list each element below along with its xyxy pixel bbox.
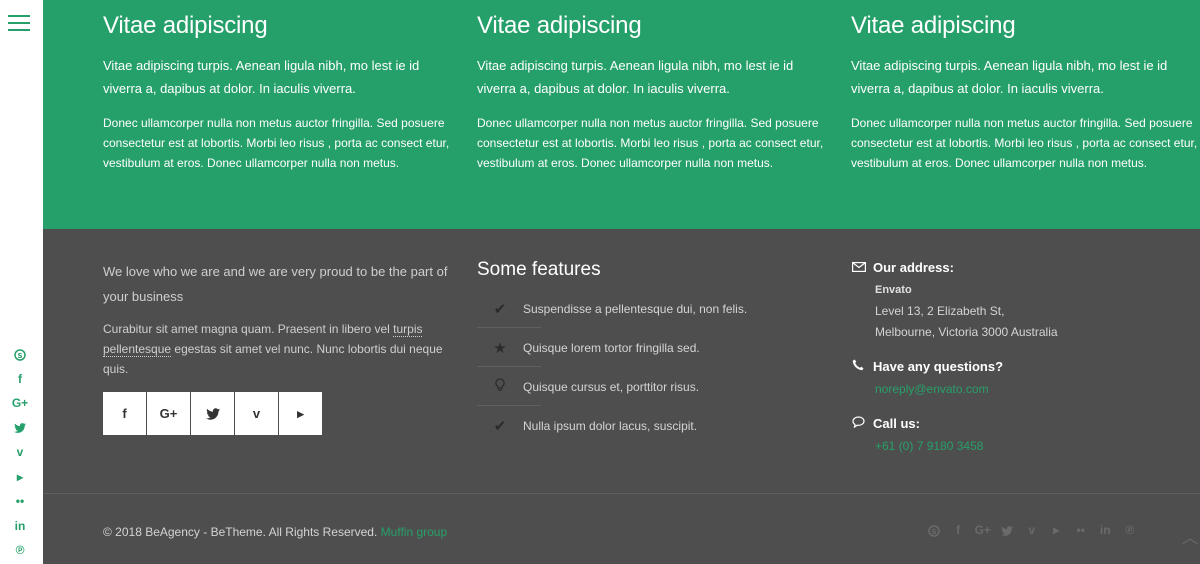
list-item: ✔ Nulla ipsum dolor lacus, suscipit. [477,406,837,445]
features-widget: Some features ✔ Suspendisse a pellentesq… [477,257,837,445]
info-column: Vitae adipiscing Vitae adipiscing turpis… [477,10,827,173]
twitter-icon[interactable] [0,416,40,441]
youtube-icon[interactable]: ▸ [0,465,40,490]
features-title: Some features [477,259,601,280]
linkedin-icon[interactable]: in [1093,523,1118,537]
skype-icon[interactable]: S [922,523,947,537]
email-block: noreply@envato.com [852,379,1192,400]
info-column: Vitae adipiscing Vitae adipiscing turpis… [851,10,1200,173]
column-lead: Vitae adipiscing turpis. Aenean ligula n… [477,58,794,96]
social-buttons: f G+ v ▸ [103,392,322,435]
address-heading: Our address: [852,257,1192,277]
vimeo-icon[interactable]: v [235,392,278,435]
sidebar-social-list: S f G+ v ▸ •• in ℗ [0,342,43,563]
column-title: Vitae adipiscing [477,12,642,39]
questions-heading: Have any questions? [852,356,1192,376]
phone-icon [852,359,873,374]
google-plus-icon[interactable]: G+ [971,523,996,537]
footer-copyright-bar: © 2018 BeAgency - BeTheme. All Rights Re… [43,493,1200,564]
google-plus-icon[interactable]: G+ [0,391,40,416]
back-to-top-icon[interactable]: ︿ [1182,524,1198,548]
column-body: Donec ullamcorper nulla non metus auctor… [103,116,450,170]
menu-icon[interactable] [8,15,30,33]
pinterest-icon[interactable]: ℗ [0,538,40,563]
green-info-section: Vitae adipiscing Vitae adipiscing turpis… [43,0,1200,229]
star-icon: ★ [493,339,507,357]
column-title: Vitae adipiscing [103,12,268,39]
skype-icon[interactable]: S [0,342,40,367]
about-text-start: Curabitur sit amet magna quam. Praesent … [103,322,394,336]
lightbulb-icon [477,377,523,396]
questions-title: Have any questions? [873,358,1004,374]
flickr-icon[interactable]: •• [1069,523,1094,537]
feature-text: Quisque lorem tortor fringilla sed. [523,340,700,355]
column-lead: Vitae adipiscing turpis. Aenean ligula n… [103,58,420,96]
facebook-icon[interactable]: f [103,392,146,435]
address-block: Envato Level 13, 2 Elizabeth St, Melbour… [852,280,1192,343]
list-item: ★ Quisque lorem tortor fringilla sed. [477,328,837,367]
vimeo-icon[interactable]: v [1020,523,1045,537]
column-body: Donec ullamcorper nulla non metus auctor… [477,116,824,170]
column-lead: Vitae adipiscing turpis. Aenean ligula n… [851,58,1168,96]
footer-widgets: We love who we are and we are very proud… [43,229,1200,494]
flickr-icon[interactable]: •• [0,489,40,514]
list-item: Quisque cursus et, porttitor risus. [477,367,837,406]
check-icon: ✔ [493,417,507,435]
company-name: Envato [875,284,912,296]
copyright: © 2018 BeAgency - BeTheme. All Rights Re… [103,525,447,539]
address-line: Melbourne, Victoria 3000 Australia [875,325,1058,339]
chat-bubble-icon [852,415,873,431]
list-item: ✔ Suspendisse a pellentesque dui, non fe… [477,289,837,328]
svg-text:S: S [17,352,22,360]
facebook-icon[interactable]: f [946,523,971,537]
side-slide-panel: S f G+ v ▸ •• in ℗ [0,0,43,564]
facebook-icon[interactable]: f [0,367,40,392]
youtube-icon[interactable]: ▸ [1044,523,1069,537]
about-widget: We love who we are and we are very proud… [103,259,463,379]
info-column: Vitae adipiscing Vitae adipiscing turpis… [103,10,453,173]
feature-text: Nulla ipsum dolor lacus, suscipit. [523,418,698,433]
feature-text: Suspendisse a pellentesque dui, non feli… [523,301,748,316]
address-title: Our address: [873,259,954,275]
vimeo-icon[interactable]: v [0,440,40,465]
about-tagline: We love who we are and we are very proud… [103,264,448,304]
about-text: Curabitur sit amet magna quam. Praesent … [103,319,463,379]
twitter-icon[interactable] [995,523,1020,537]
youtube-icon[interactable]: ▸ [279,392,322,435]
footer-social-list: S f G+ v ▸ •• in ℗ [922,523,1143,537]
phone-link[interactable]: +61 (0) 7 9180 3458 [875,439,983,453]
column-title: Vitae adipiscing [851,12,1016,39]
phone-block: +61 (0) 7 9180 3458 [852,436,1192,457]
check-icon: ✔ [493,300,507,318]
twitter-icon[interactable] [191,392,234,435]
google-plus-icon[interactable]: G+ [147,392,190,435]
call-heading: Call us: [852,413,1192,433]
call-title: Call us: [873,415,920,431]
email-link[interactable]: noreply@envato.com [875,382,989,396]
linkedin-icon[interactable]: in [0,514,40,539]
contact-widget: Our address: Envato Level 13, 2 Elizabet… [852,257,1192,457]
address-line: Level 13, 2 Elizabeth St, [875,304,1005,318]
feature-text: Quisque cursus et, porttitor risus. [523,379,700,394]
column-body: Donec ullamcorper nulla non metus auctor… [851,116,1198,170]
envelope-icon [852,260,873,275]
pinterest-icon[interactable]: ℗ [1118,523,1143,537]
author-link[interactable]: Muffin group [381,525,448,539]
copyright-text: © 2018 BeAgency - BeTheme. All Rights Re… [103,525,381,539]
svg-text:S: S [931,528,936,536]
